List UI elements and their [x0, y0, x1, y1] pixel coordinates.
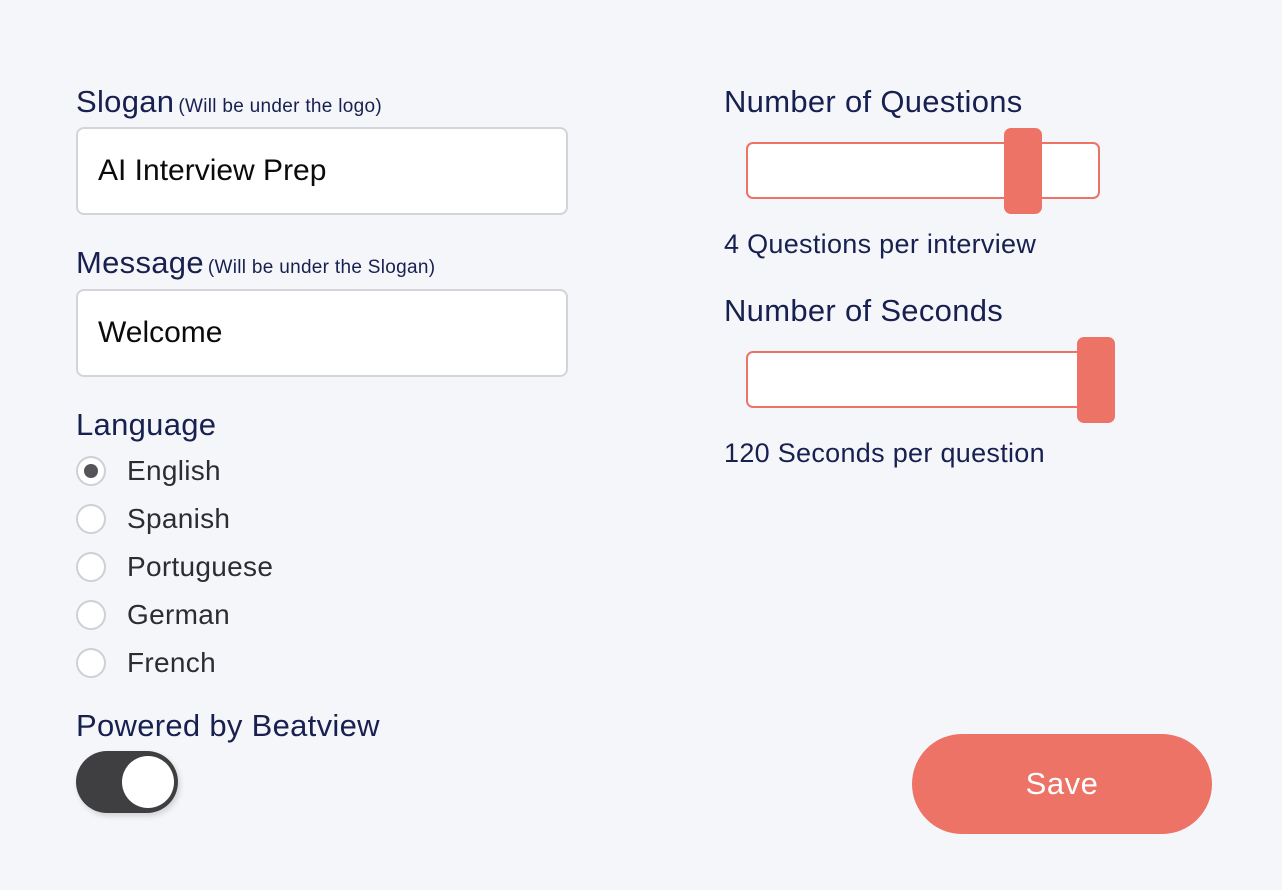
radio-label: English — [127, 455, 221, 486]
radio-button[interactable] — [76, 600, 106, 630]
language-option-french[interactable]: French — [76, 639, 273, 687]
language-option-portuguese[interactable]: Portuguese — [76, 543, 273, 591]
message-label: Message — [76, 245, 204, 280]
save-button[interactable]: Save — [912, 734, 1212, 834]
radio-label: Spanish — [127, 503, 231, 534]
radio-button[interactable] — [76, 504, 106, 534]
questions-heading: Number of Questions — [724, 84, 1023, 119]
questions-slider-thumb[interactable] — [1004, 128, 1043, 214]
message-input[interactable] — [76, 289, 568, 377]
toggle-knob[interactable] — [122, 756, 174, 808]
message-heading: Message (Will be under the Slogan) — [76, 245, 435, 281]
language-heading: Language — [76, 407, 217, 442]
language-option-spanish[interactable]: Spanish — [76, 495, 273, 543]
seconds-slider-thumb[interactable] — [1077, 337, 1115, 423]
seconds-summary: 120 Seconds per question — [724, 438, 1045, 468]
language-option-english[interactable]: English — [76, 447, 273, 495]
language-option-german[interactable]: German — [76, 591, 273, 639]
message-hint: (Will be under the Slogan) — [207, 257, 436, 278]
slogan-input[interactable] — [76, 127, 568, 215]
seconds-slider[interactable] — [746, 351, 1100, 408]
radio-button[interactable] — [76, 648, 106, 678]
radio-label: Portuguese — [127, 551, 274, 582]
slogan-heading: Slogan (Will be under the logo) — [76, 84, 382, 120]
slogan-label: Slogan — [76, 84, 175, 119]
language-radio-group: English Spanish Portuguese German French — [76, 447, 273, 687]
radio-button[interactable] — [76, 456, 106, 486]
powered-by-toggle[interactable] — [76, 751, 178, 813]
powered-by-heading: Powered by Beatview — [76, 708, 380, 743]
slogan-hint: (Will be under the logo) — [178, 96, 382, 117]
radio-label: French — [127, 647, 216, 678]
seconds-heading: Number of Seconds — [724, 293, 1004, 328]
questions-summary: 4 Questions per interview — [724, 229, 1037, 259]
questions-slider[interactable] — [746, 142, 1100, 199]
radio-label: German — [127, 599, 230, 630]
settings-page: Slogan(Will be under the logo) Message(W… — [0, 0, 1282, 890]
radio-button[interactable] — [76, 552, 106, 582]
